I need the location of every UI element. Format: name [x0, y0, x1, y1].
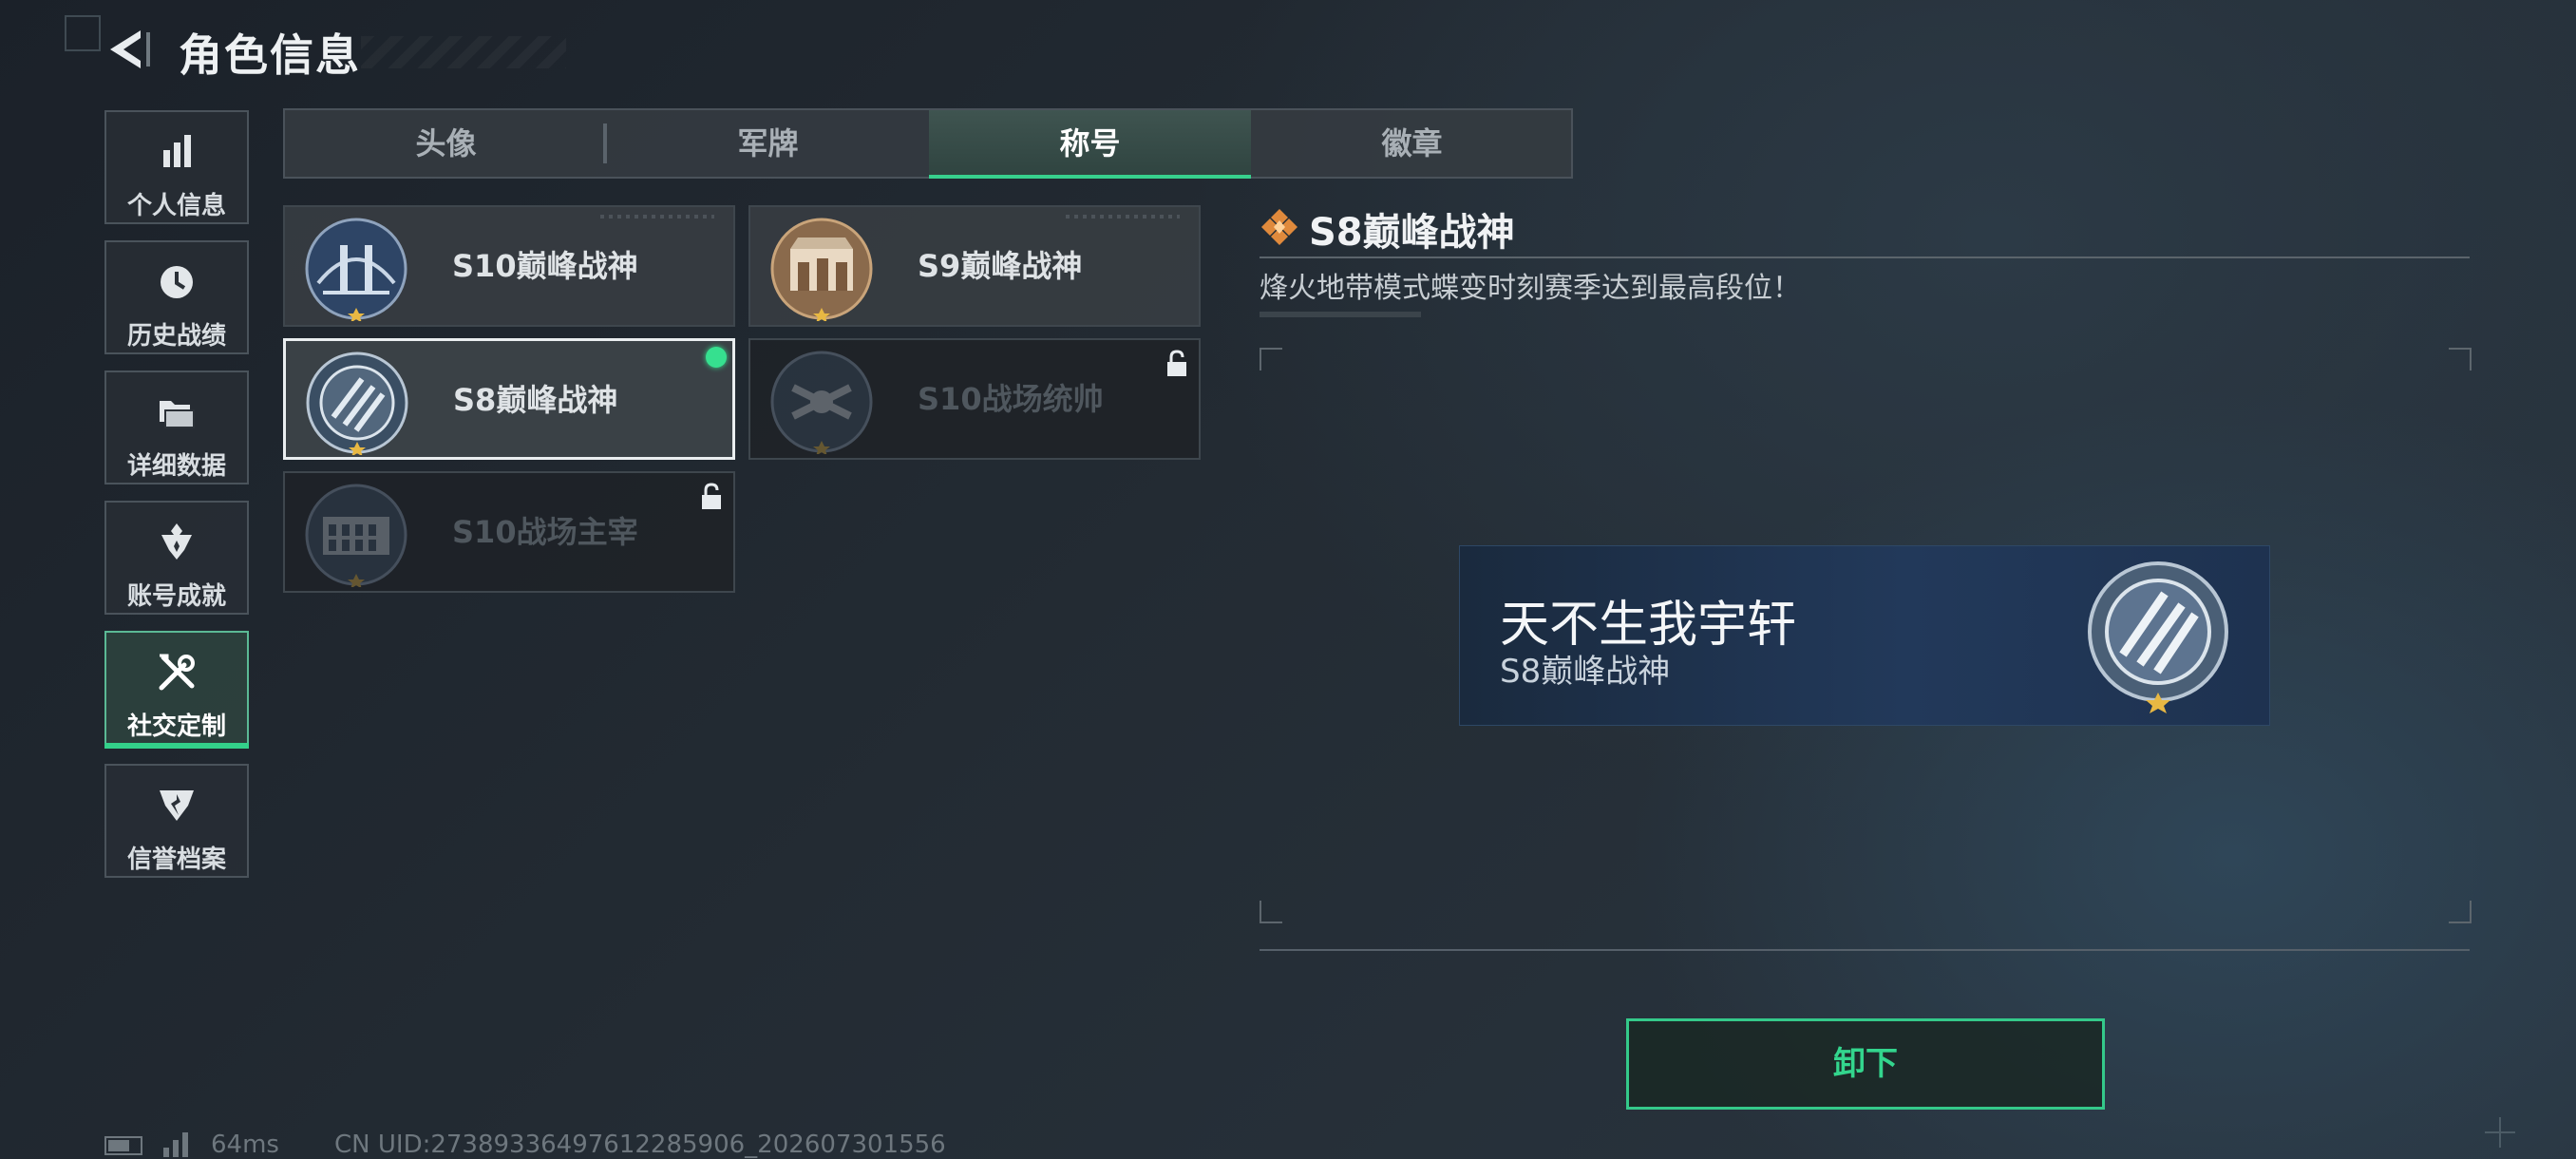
lock-icon — [1167, 350, 1186, 376]
tab-title-label: 称号 — [1059, 125, 1121, 162]
nav-label: 详细数据 — [126, 452, 226, 481]
tab-badge[interactable]: 徽章 — [1251, 110, 1573, 177]
title-card[interactable]: S9巅峰战神 — [748, 205, 1201, 327]
drone-emblem-icon — [770, 351, 873, 454]
achievement-icon — [161, 523, 192, 560]
nav-item-personal-info[interactable]: 个人信息 — [104, 110, 249, 224]
nav-label: 账号成就 — [126, 582, 226, 611]
desc-decoration — [1260, 312, 1421, 317]
title-card-label: S10战场主宰 — [452, 514, 638, 550]
frame-corner — [1260, 901, 1282, 923]
frame-corner — [2449, 901, 2472, 923]
detail-description: 烽火地带模式蝶变时刻赛季达到最高段位！ — [1260, 272, 1801, 305]
title-card[interactable]: S10巅峰战神 — [283, 205, 735, 327]
striped-emblem-icon — [306, 352, 408, 455]
nav-item-detailed-data[interactable]: 详细数据 — [104, 370, 249, 484]
nav-item-achievements[interactable]: 账号成就 — [104, 501, 249, 615]
tab-dog-tag[interactable]: 军牌 — [607, 110, 929, 177]
page-title: 角色信息 — [179, 29, 361, 81]
detail-title: S8巅峰战神 — [1309, 211, 1515, 255]
title-card-locked[interactable]: S10战场主宰 — [283, 471, 735, 593]
frame-corner — [2449, 348, 2472, 370]
back-arrow-icon — [110, 30, 150, 68]
title-card-label: S9巅峰战神 — [918, 248, 1083, 284]
tools-icon — [159, 654, 195, 691]
card-decoration — [1066, 215, 1180, 218]
back-button[interactable] — [103, 23, 158, 76]
tab-avatar[interactable]: 头像 — [285, 110, 607, 177]
tab-underline — [929, 175, 1251, 179]
corner-mark — [65, 15, 101, 51]
nav-label: 社交定制 — [126, 712, 226, 741]
nav-label: 历史战绩 — [126, 322, 226, 351]
tab-bar: 头像 军牌 称号 徽章 — [283, 108, 1573, 179]
nav-label: 个人信息 — [126, 192, 226, 220]
folder-icon — [160, 401, 195, 428]
fortress-emblem-icon — [770, 218, 873, 321]
title-decoration — [361, 36, 566, 68]
unequip-button[interactable]: 卸下 — [1626, 1018, 2105, 1110]
active-indicator — [104, 743, 249, 749]
nameplate-preview: 天不生我宇轩 S8巅峰战神 — [1459, 545, 2270, 726]
uid-readout: CN UID:27389336497612285906_202607301556 — [334, 1130, 946, 1159]
title-card-locked[interactable]: S10战场统帅 — [748, 338, 1201, 460]
title-card-label: S8巅峰战神 — [453, 382, 618, 418]
nav-item-history[interactable]: 历史战绩 — [104, 240, 249, 354]
preview-title: S8巅峰战神 — [1500, 653, 1671, 691]
striped-emblem-icon — [2088, 561, 2228, 713]
signal-icon — [163, 1132, 188, 1157]
bar-chart-icon — [163, 135, 191, 167]
shield-wing-icon — [160, 790, 194, 821]
title-card-label: S10战场统帅 — [918, 381, 1104, 417]
divider — [1260, 256, 2470, 258]
divider — [1260, 949, 2470, 951]
bridge-emblem-icon — [305, 218, 407, 321]
title-card-selected[interactable]: S8巅峰战神 — [283, 338, 735, 460]
title-diamond-icon — [1261, 209, 1297, 245]
frame-corner — [1260, 348, 1282, 370]
tab-title[interactable]: 称号 — [929, 110, 1251, 179]
title-card-label: S10巅峰战神 — [452, 248, 638, 284]
equipped-indicator — [706, 347, 727, 368]
battery-icon — [104, 1136, 142, 1155]
clock-icon — [161, 266, 193, 298]
lock-icon — [702, 483, 721, 509]
ping-readout: 64ms — [211, 1130, 279, 1159]
colosseum-emblem-icon — [305, 484, 407, 587]
nav-item-social-customization[interactable]: 社交定制 — [104, 631, 249, 749]
nav-item-reputation[interactable]: 信誉档案 — [104, 764, 249, 878]
nav-label: 信誉档案 — [126, 846, 226, 874]
plus-decoration-icon — [2485, 1117, 2515, 1148]
